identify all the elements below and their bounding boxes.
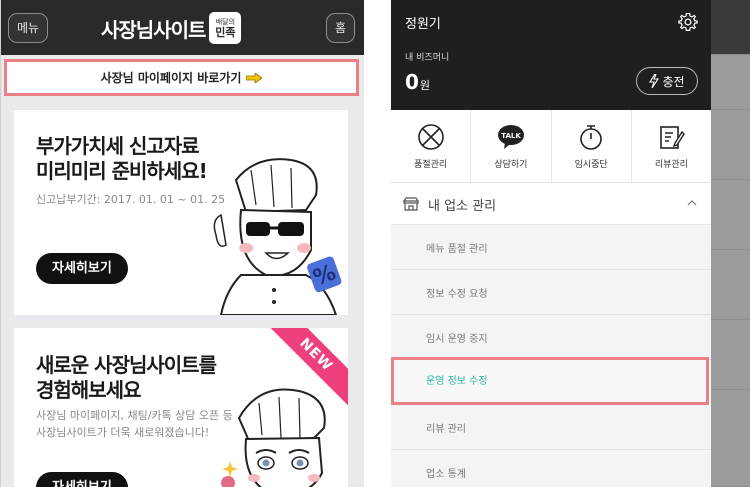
arrow-right-icon bbox=[246, 72, 263, 83]
card2-detail-button[interactable]: 자세히보기 bbox=[36, 472, 128, 487]
screenshot-stage: 메뉴 사장님사이트 배달의 민족 홈 사장님 마이페이지 바로가기 부가가치세 … bbox=[0, 0, 750, 487]
review-icon bbox=[660, 125, 686, 149]
submenu-item[interactable]: 업소 통계 bbox=[391, 450, 711, 487]
submenu-item[interactable]: 정보 수정 요청 bbox=[391, 270, 711, 315]
submenu-item[interactable]: 임시 운영 중지 bbox=[391, 315, 711, 360]
card2-desc-line1: 사장님 마이페이지, 채팅/카톡 상담 오픈 등 bbox=[36, 409, 233, 422]
talk-icon: TALK bbox=[497, 124, 524, 149]
vat-notice-card[interactable]: 부가가치세 신고자료 미리미리 준비하세요! 신고납부기간: 2017. 01.… bbox=[14, 110, 348, 315]
user-name: 정원기 bbox=[405, 17, 441, 32]
bizmoney-label: 내 비즈머니 bbox=[405, 53, 450, 63]
top-bar: 메뉴 사장님사이트 배달의 민족 홈 bbox=[1, 0, 364, 55]
soldout-icon bbox=[417, 123, 444, 150]
owner-app-drawer-screen: 정원기 내 비즈머니 0원 충전 품절관리 TALK 상담하기 임시중단 리뷰관… bbox=[391, 0, 750, 487]
submenu-item-label: 정보 수정 요청 bbox=[426, 289, 488, 300]
gear-icon[interactable] bbox=[678, 12, 698, 32]
card2-title-line1: 새로운 사장님사이트를 bbox=[36, 353, 217, 377]
quick-pause[interactable]: 임시중단 bbox=[552, 110, 632, 182]
brand-title: 사장님사이트 bbox=[101, 17, 206, 42]
bizmoney-unit: 원 bbox=[419, 79, 431, 92]
quick-review-label: 리뷰관리 bbox=[654, 159, 688, 170]
submenu-item-label: 업소 통계 bbox=[426, 469, 466, 480]
card1-detail-button[interactable]: 자세히보기 bbox=[36, 253, 128, 284]
brand-logo[interactable]: 사장님사이트 배달의 민족 bbox=[101, 8, 242, 48]
quick-soldout[interactable]: 품절관리 bbox=[391, 110, 472, 182]
quick-review[interactable]: 리뷰관리 bbox=[632, 110, 711, 182]
home-button[interactable]: 홈 bbox=[325, 13, 355, 43]
submenu-item-label: 리뷰 관리 bbox=[426, 424, 466, 435]
quick-menu: 품절관리 TALK 상담하기 임시중단 리뷰관리 bbox=[391, 110, 711, 183]
badge-bottom-text: 민족 bbox=[215, 25, 236, 39]
card2-title-line2: 경험해보세요 bbox=[36, 378, 141, 402]
side-drawer: 정원기 내 비즈머니 0원 충전 품절관리 TALK 상담하기 임시중단 리뷰관… bbox=[391, 0, 711, 487]
mypage-shortcut-link[interactable]: 사장님 마이페이지 바로가기 bbox=[4, 59, 359, 96]
chef-character-2-illustration bbox=[221, 388, 326, 487]
quick-pause-label: 임시중단 bbox=[574, 159, 608, 170]
mypage-link-label: 사장님 마이페이지 바로가기 bbox=[100, 71, 242, 85]
submenu-item-active[interactable]: 운영 정보 수정 bbox=[391, 357, 709, 405]
baemin-badge: 배달의 민족 bbox=[209, 12, 242, 44]
submenu-item[interactable]: 리뷰 관리 bbox=[391, 405, 711, 450]
charge-label: 충전 bbox=[662, 74, 685, 89]
menu-button[interactable]: 메뉴 bbox=[8, 13, 49, 43]
chevron-up-icon bbox=[687, 200, 697, 206]
bizmoney-amount: 0 bbox=[405, 70, 419, 94]
quick-soldout-label: 품절관리 bbox=[414, 159, 448, 170]
drawer-header: 정원기 내 비즈머니 0원 충전 bbox=[391, 0, 711, 110]
talk-icon-text: TALK bbox=[501, 132, 521, 140]
lightning-icon bbox=[649, 74, 660, 88]
new-site-promo-card[interactable]: NEW 새로운 사장님사이트를 경험해보세요 사장님 마이페이지, 채팅/카톡 … bbox=[14, 328, 348, 487]
card1-title-line1: 부가가치세 신고자료 bbox=[36, 134, 200, 158]
store-icon bbox=[403, 197, 419, 211]
submenu-item[interactable]: 메뉴 품절 관리 bbox=[391, 225, 711, 270]
chef-character-illustration: % bbox=[213, 158, 342, 315]
my-store-section-header[interactable]: 내 업소 관리 bbox=[391, 183, 711, 225]
card1-title-line2: 미리미리 준비하세요! bbox=[36, 159, 208, 183]
bizmoney-value: 0원 bbox=[405, 70, 430, 94]
quick-talk-label: 상담하기 bbox=[494, 159, 528, 170]
submenu-item-label: 운영 정보 수정 bbox=[426, 376, 488, 387]
timer-icon bbox=[580, 124, 602, 150]
owner-site-main-screen: 메뉴 사장님사이트 배달의 민족 홈 사장님 마이페이지 바로가기 부가가치세 … bbox=[0, 0, 364, 487]
quick-talk[interactable]: TALK 상담하기 bbox=[471, 110, 552, 182]
section-label: 내 업소 관리 bbox=[428, 199, 497, 214]
dimmed-background-content[interactable] bbox=[711, 0, 750, 487]
card2-desc-line2: 사장님사이트가 더욱 새로워졌습니다! bbox=[36, 426, 210, 439]
submenu-item-label: 메뉴 품절 관리 bbox=[426, 244, 488, 255]
submenu-item-label: 임시 운영 중지 bbox=[426, 334, 488, 345]
charge-button[interactable]: 충전 bbox=[636, 67, 698, 95]
